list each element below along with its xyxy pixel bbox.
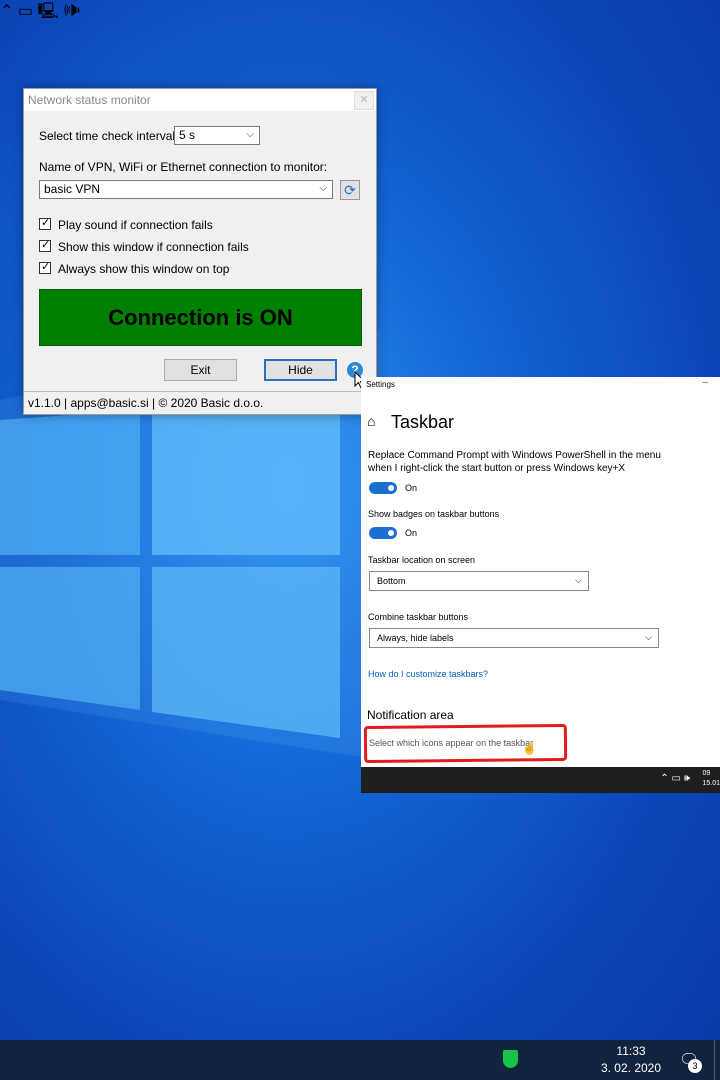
notification-area-heading: Notification area xyxy=(367,708,454,722)
home-icon[interactable]: ⌂ xyxy=(367,413,375,429)
interval-label: Select time check interval: xyxy=(39,129,179,143)
mini-clock: 09 15.01 xyxy=(702,769,720,789)
check-icon: ✓ xyxy=(41,239,51,251)
settings-heading: Taskbar xyxy=(391,412,455,432)
toggle-knob xyxy=(388,530,394,536)
show-window-label: Show this window if connection fails xyxy=(58,240,249,254)
always-on-top-label: Always show this window on top xyxy=(58,262,230,276)
taskbar-location-select[interactable]: Bottom ⌵ xyxy=(369,571,589,591)
connection-select[interactable]: basic VPN ⌵ xyxy=(39,180,333,199)
show-desktop-button[interactable] xyxy=(714,1040,715,1080)
exit-button[interactable]: Exit xyxy=(164,359,237,381)
notification-count-badge: 3 xyxy=(688,1059,702,1073)
mini-date: 15.01 xyxy=(702,780,720,787)
refresh-icon: ⟳ xyxy=(344,182,356,198)
window-title: Network status monitor xyxy=(28,93,151,107)
settings-window: Settings – ⌂ Taskbar Replace Command Pro… xyxy=(361,377,720,793)
badges-state: On xyxy=(405,528,418,538)
chevron-down-icon: ⌵ xyxy=(645,632,652,642)
close-button[interactable]: ✕ xyxy=(354,91,374,110)
network-status-monitor-window: Network status monitor ✕ Select time che… xyxy=(23,88,377,415)
hand-cursor-icon: ☝ xyxy=(522,741,537,755)
mini-time: 09 xyxy=(702,770,711,777)
powershell-text-2: when I right-click the start button or p… xyxy=(368,463,626,474)
tray-icons: ⌃ ▭ 🕪 xyxy=(660,773,690,784)
connection-label: Name of VPN, WiFi or Ethernet connection… xyxy=(39,160,328,174)
interval-select[interactable]: 5 s ⌵ xyxy=(174,126,260,145)
mini-taskbar: ⌃ ▭ 🕪 09 15.01 xyxy=(361,767,720,793)
chevron-down-icon: ⌵ xyxy=(246,129,254,140)
refresh-button[interactable]: ⟳ xyxy=(340,180,360,200)
combine-value: Always, hide labels xyxy=(377,633,454,643)
clock-date: 3. 02. 2020 xyxy=(600,1061,662,1075)
show-window-checkbox[interactable]: ✓ xyxy=(39,239,51,252)
window-titlebar[interactable]: Network status monitor ✕ xyxy=(24,89,376,111)
check-icon: ✓ xyxy=(41,261,51,273)
play-sound-checkbox[interactable]: ✓ xyxy=(39,217,51,230)
connection-status-panel: Connection is ON xyxy=(39,289,362,346)
close-icon: ✕ xyxy=(359,94,369,106)
play-sound-label: Play sound if connection fails xyxy=(58,218,213,232)
powershell-toggle[interactable] xyxy=(369,482,397,494)
location-value: Bottom xyxy=(377,576,406,586)
minimize-icon[interactable]: – xyxy=(702,377,708,388)
check-icon: ✓ xyxy=(41,217,51,229)
powershell-text-1: Replace Command Prompt with Windows Powe… xyxy=(368,450,661,461)
combine-label: Combine taskbar buttons xyxy=(368,612,469,622)
chevron-down-icon: ⌵ xyxy=(575,575,582,585)
combine-buttons-select[interactable]: Always, hide labels ⌵ xyxy=(369,628,659,648)
interval-value: 5 s xyxy=(179,128,196,142)
location-label: Taskbar location on screen xyxy=(368,555,476,565)
hide-button[interactable]: Hide xyxy=(264,359,337,381)
toggle-knob xyxy=(388,485,394,491)
shield-icon[interactable] xyxy=(503,1050,518,1068)
version-footer: v1.1.0 | apps@basic.si | © 2020 Basic d.… xyxy=(24,391,376,413)
settings-title: Settings xyxy=(366,380,395,389)
powershell-state: On xyxy=(405,483,418,493)
connection-value: basic VPN xyxy=(44,182,101,196)
clock-time: 11:33 xyxy=(616,1044,646,1058)
always-on-top-checkbox[interactable]: ✓ xyxy=(39,261,51,274)
taskbar-clock[interactable]: 11:33 3. 02. 2020 xyxy=(598,1043,664,1077)
badges-label: Show badges on taskbar buttons xyxy=(368,509,500,519)
customize-taskbars-link[interactable]: How do I customize taskbars? xyxy=(368,669,488,679)
chevron-down-icon: ⌵ xyxy=(319,183,327,194)
badges-toggle[interactable] xyxy=(369,527,397,539)
